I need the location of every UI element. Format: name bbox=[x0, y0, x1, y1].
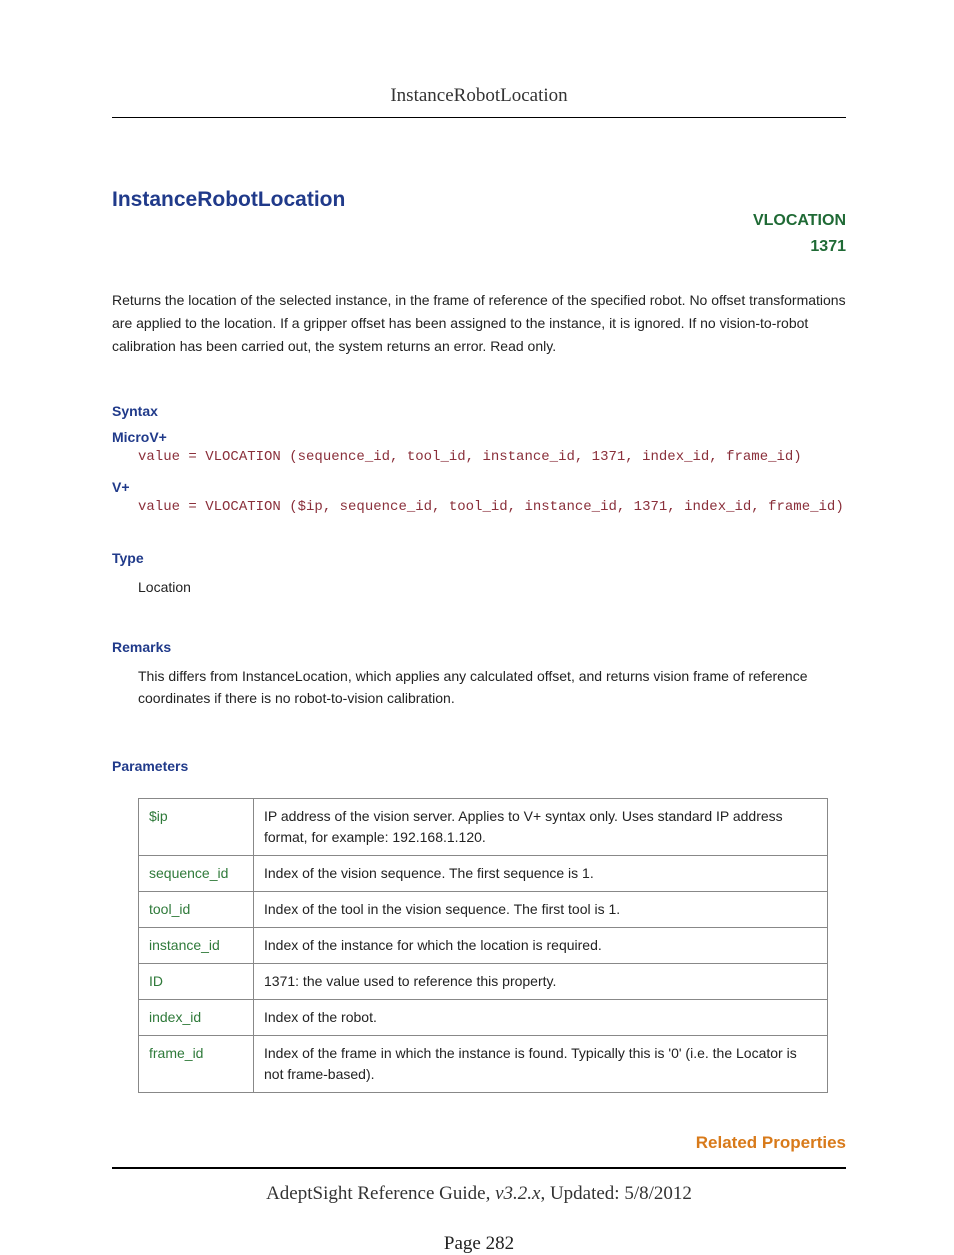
param-desc: Index of the robot. bbox=[254, 999, 828, 1035]
microv-code: value = VLOCATION (sequence_id, tool_id,… bbox=[138, 449, 846, 465]
syntax-heading: Syntax bbox=[112, 403, 846, 419]
running-header: InstanceRobotLocation bbox=[112, 85, 846, 117]
table-row: index_id Index of the robot. bbox=[139, 999, 828, 1035]
badge-keyword: VLOCATION bbox=[753, 208, 846, 234]
header-rule bbox=[112, 117, 846, 118]
footer-updated: 5/8/2012 bbox=[624, 1183, 692, 1204]
footer-line: AdeptSight Reference Guide, v3.2.x, Upda… bbox=[112, 1183, 846, 1205]
vplus-code: value = VLOCATION ($ip, sequence_id, too… bbox=[138, 499, 846, 515]
table-row: frame_id Index of the frame in which the… bbox=[139, 1035, 828, 1092]
footer-rule bbox=[112, 1167, 846, 1169]
param-name: frame_id bbox=[139, 1035, 254, 1092]
param-name: index_id bbox=[139, 999, 254, 1035]
param-desc: Index of the frame in which the instance… bbox=[254, 1035, 828, 1092]
footer-version: v3.2.x bbox=[495, 1183, 540, 1204]
footer-guide: AdeptSight Reference Guide bbox=[266, 1183, 485, 1204]
parameters-heading: Parameters bbox=[112, 758, 846, 774]
page-number: Page 282 bbox=[112, 1233, 846, 1255]
remarks-text: This differs from InstanceLocation, whic… bbox=[138, 665, 846, 710]
param-desc: 1371: the value used to reference this p… bbox=[254, 963, 828, 999]
intro-paragraph: Returns the location of the selected ins… bbox=[112, 289, 846, 358]
type-value: Location bbox=[138, 576, 846, 598]
vplus-label: V+ bbox=[112, 479, 846, 495]
property-badge: VLOCATION 1371 bbox=[753, 188, 846, 259]
table-row: ID 1371: the value used to reference thi… bbox=[139, 963, 828, 999]
footer-updated-prefix: , Updated: bbox=[540, 1183, 624, 1204]
param-desc: Index of the tool in the vision sequence… bbox=[254, 891, 828, 927]
param-name: ID bbox=[139, 963, 254, 999]
type-heading: Type bbox=[112, 550, 846, 566]
remarks-heading: Remarks bbox=[112, 639, 846, 655]
param-desc: Index of the vision sequence. The first … bbox=[254, 855, 828, 891]
footer-version-prefix: , bbox=[486, 1183, 496, 1204]
param-desc: IP address of the vision server. Applies… bbox=[254, 798, 828, 855]
related-properties-heading: Related Properties bbox=[112, 1133, 846, 1153]
param-name: $ip bbox=[139, 798, 254, 855]
badge-code: 1371 bbox=[753, 234, 846, 260]
microv-label: MicroV+ bbox=[112, 429, 846, 445]
parameters-table: $ip IP address of the vision server. App… bbox=[138, 798, 828, 1093]
page-title: InstanceRobotLocation bbox=[112, 188, 345, 212]
param-desc: Index of the instance for which the loca… bbox=[254, 927, 828, 963]
param-name: tool_id bbox=[139, 891, 254, 927]
table-row: instance_id Index of the instance for wh… bbox=[139, 927, 828, 963]
param-name: sequence_id bbox=[139, 855, 254, 891]
table-row: tool_id Index of the tool in the vision … bbox=[139, 891, 828, 927]
param-name: instance_id bbox=[139, 927, 254, 963]
table-row: sequence_id Index of the vision sequence… bbox=[139, 855, 828, 891]
table-row: $ip IP address of the vision server. App… bbox=[139, 798, 828, 855]
